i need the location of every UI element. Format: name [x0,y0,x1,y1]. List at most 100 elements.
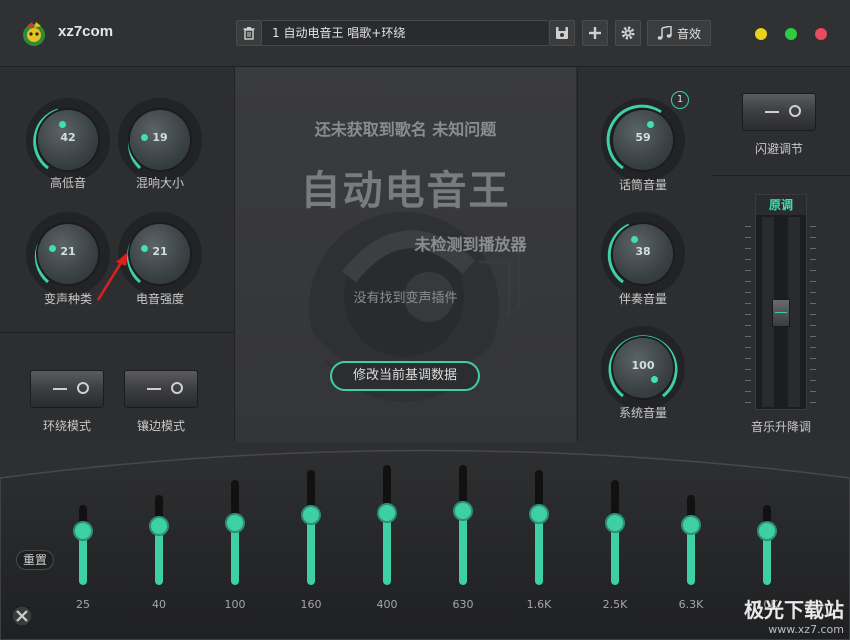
app-title: 自动电音王 [300,168,511,214]
mic-volume-knob[interactable]: 59 [601,98,685,182]
title-bar: xz7com 1 自动电音王 唱歌+环绕 音效 [0,0,850,67]
trash-icon [243,27,255,40]
plugin-status: 没有找到变声插件 [353,291,458,306]
eq-band-label: 630 [452,598,474,611]
eq-slider-fill [307,515,315,585]
collapse-icon[interactable] [10,604,34,628]
pitch-tick [745,380,751,381]
eq-slider-fill [535,514,543,585]
pitch-slider-thumb[interactable] [772,299,790,327]
pitch-tick [810,303,816,304]
toggle-label: 镶边模式 [136,419,185,433]
sound-effects-label: 音效 [676,26,701,41]
eq-slider-fill [383,513,391,585]
knob-value: 42 [60,131,76,144]
eq-band-label: 1.6K [526,598,552,611]
eq-slider-thumb[interactable] [605,512,625,533]
eq-slider-fill [459,510,467,585]
knob-value: 38 [635,245,651,258]
modify-key-data-button[interactable]: 修改当前基调数据 [330,361,480,391]
eq-slider-thumb[interactable] [225,512,245,533]
knob-value: 100 [631,359,655,372]
pitch-tick [810,369,816,370]
song-status: 还未获取到歌名 未知问题 [314,120,497,139]
pitch-value: 原调 [756,195,806,215]
pitch-tick [810,292,816,293]
music-note-icon [657,26,672,40]
knob-label: 高低音 [49,176,86,190]
eq-reset-button[interactable]: 重置 [16,550,54,570]
pitch-tick [810,281,816,282]
maximize-button[interactable] [785,28,797,40]
brand-name: xz7com [58,23,114,40]
eq-slider-thumb[interactable] [757,521,777,541]
gear-icon [621,26,635,40]
watermark: 极光下载站 www.xz7.com [744,594,844,636]
pitch-tick [745,336,751,337]
eq-slider-thumb[interactable] [453,500,473,521]
pitch-tick [810,380,816,381]
pitch-tick [810,402,816,403]
close-button[interactable] [815,28,827,40]
divider [0,332,234,333]
pitch-tick [810,270,816,271]
pitch-tick [745,292,751,293]
pitch-tick [745,259,751,260]
surround-mode-toggle[interactable] [30,370,104,408]
sound-effects-button[interactable]: 音效 [647,20,711,46]
eq-slider-thumb[interactable] [377,503,397,523]
pitch-tick [810,259,816,260]
pitch-tick [745,270,751,271]
equalizer-panel [0,449,850,640]
knob-label: 伴奏音量 [618,292,667,306]
eq-slider-thumb[interactable] [681,515,701,535]
app-window: xz7com 1 自动电音王 唱歌+环绕 音效 42 高低音 19 混响大小 2… [0,0,850,640]
settings-button[interactable] [615,20,641,46]
pitch-tick [810,248,816,249]
eq-band-label: 25 [76,598,90,611]
pitch-tick [810,325,816,326]
pitch-tick [745,314,751,315]
pitch-label: 音乐升降调 [750,420,811,434]
preset-name-field[interactable]: 1 自动电音王 唱歌+环绕 [262,20,548,46]
knob-label: 系统音量 [618,406,667,420]
pitch-tick [745,369,751,370]
pitch-slider[interactable]: 原调 [755,194,807,410]
eq-band-label: 40 [152,598,166,611]
plus-icon [589,27,601,39]
add-preset-button[interactable] [582,20,608,46]
flanger-mode-toggle[interactable] [124,370,198,408]
annotation-arrow-icon [96,252,128,301]
pitch-tick [810,336,816,337]
delete-preset-button[interactable] [236,20,262,46]
pitch-tick [810,237,816,238]
dodge-adjust-toggle[interactable] [742,93,816,131]
knob-label: 混响大小 [135,176,184,190]
accompaniment-volume-knob[interactable]: 38 [601,212,685,296]
watermark-title: 极光下载站 [744,598,844,622]
pitch-tick [745,347,751,348]
eq-band-label: 100 [224,598,246,611]
knob-value: 59 [635,131,651,144]
pitch-tick [745,391,751,392]
dodge-adjust-label: 闪避调节 [754,142,803,156]
toggle-label: 环绕模式 [42,419,91,433]
eq-band-label: 160 [300,598,322,611]
eq-slider-thumb[interactable] [73,521,93,541]
system-volume-knob[interactable]: 100 [601,326,685,410]
save-icon [556,27,568,39]
bass-treble-knob[interactable]: 42 [26,98,110,182]
pitch-tick [745,237,751,238]
pitch-tick [810,347,816,348]
pitch-tick [745,358,751,359]
pitch-tick [745,303,751,304]
knob-value: 19 [152,131,168,144]
reverb-size-knob[interactable]: 19 [118,98,202,182]
save-preset-button[interactable] [549,20,575,46]
pitch-tick [745,281,751,282]
eq-band-label: 6.3K [678,598,704,611]
minimize-button[interactable] [755,28,767,40]
watermark-url: www.xz7.com [768,623,844,636]
pitch-tick [810,358,816,359]
pitch-tick [745,248,751,249]
